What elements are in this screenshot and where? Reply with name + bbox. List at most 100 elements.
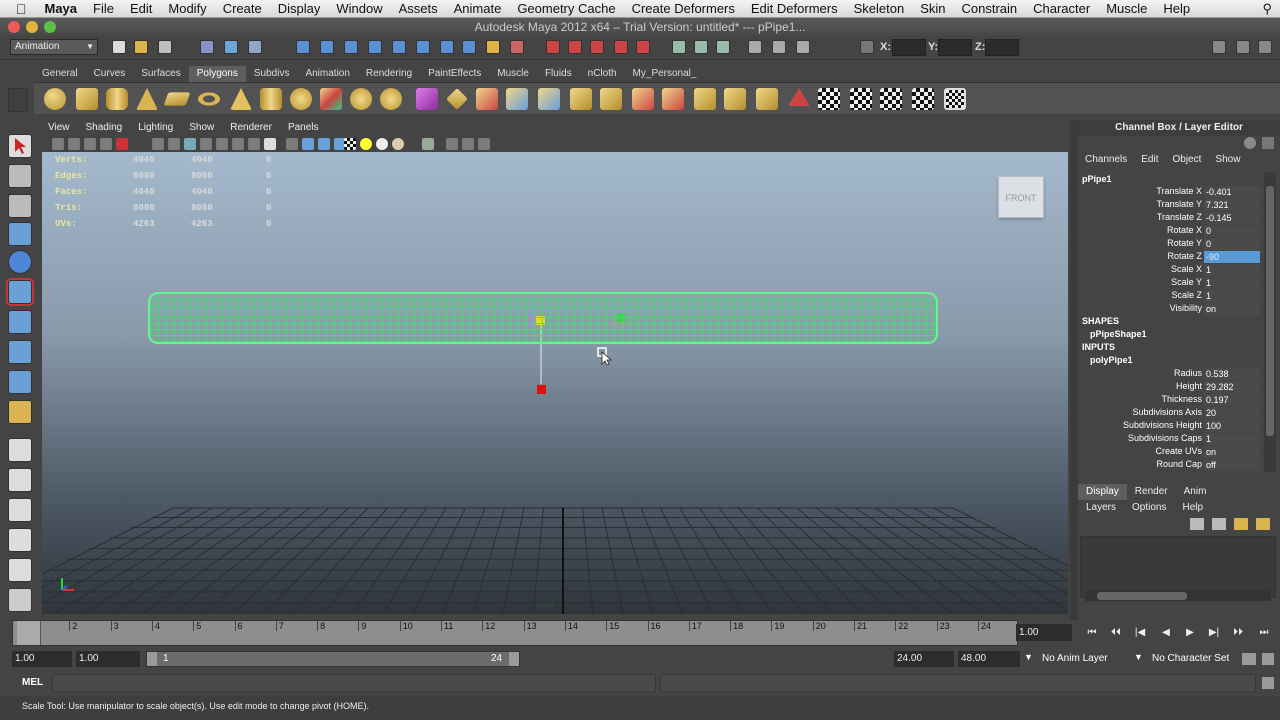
move-layer-up-icon[interactable] — [1190, 518, 1204, 530]
attr-radius[interactable]: Radius 0.538 — [1078, 368, 1260, 381]
panel-menu-show[interactable]: Show — [181, 120, 222, 136]
channel-edit-menu[interactable]: Edit — [1134, 152, 1165, 168]
command-input[interactable] — [52, 674, 656, 692]
shape-node-name[interactable]: pPipeShape1 — [1090, 329, 1147, 339]
input-node-name[interactable]: polyPipe1 — [1090, 355, 1133, 365]
outliner-layout-icon[interactable] — [8, 588, 32, 612]
bookmarks-icon[interactable] — [84, 138, 96, 150]
animation-start-field[interactable]: 1.00 — [12, 651, 72, 667]
shelf-tab-curves[interactable]: Curves — [86, 66, 134, 82]
app-menu[interactable]: Maya — [37, 1, 86, 16]
character-set-selector[interactable]: No Character Set — [1152, 653, 1229, 664]
soft-modification-icon[interactable] — [8, 340, 32, 364]
shelf-tab-painteffects[interactable]: PaintEffects — [420, 66, 489, 82]
y-field[interactable] — [938, 39, 972, 56]
range-end-handle[interactable] — [509, 652, 519, 666]
combine-icon[interactable] — [320, 88, 342, 110]
output-history-icon[interactable] — [694, 40, 708, 54]
attr-value[interactable]: 1 — [1204, 433, 1260, 445]
layer-options-menu[interactable]: Options — [1124, 500, 1174, 516]
menu-animate[interactable]: Animate — [446, 1, 510, 16]
planar-mapping-icon[interactable] — [788, 88, 810, 106]
attr-visibility[interactable]: Visibility on — [1078, 303, 1260, 316]
attr-value[interactable]: 0.197 — [1204, 394, 1260, 406]
poly-plane-icon[interactable] — [163, 92, 191, 106]
menu-modify[interactable]: Modify — [160, 1, 214, 16]
gate-mask-icon[interactable] — [200, 138, 212, 150]
menu-file[interactable]: File — [85, 1, 122, 16]
pick-mask-handles-icon[interactable] — [296, 40, 310, 54]
menu-set-selector[interactable]: Animation ▼ — [10, 39, 98, 55]
subdiv-proxy-icon[interactable] — [416, 88, 438, 110]
minimize-window-button[interactable] — [26, 21, 38, 33]
go-to-end-button[interactable]: ⏭ — [1256, 626, 1272, 640]
attr-value[interactable]: 1 — [1204, 264, 1260, 276]
open-scene-icon[interactable] — [134, 40, 148, 54]
show-attribute-editor-icon[interactable] — [1212, 40, 1226, 54]
object-name[interactable]: pPipe1 — [1082, 174, 1112, 184]
menu-edit-deformers[interactable]: Edit Deformers — [743, 1, 846, 16]
play-forwards-button[interactable]: ▶ — [1182, 626, 1198, 640]
step-back-key-button[interactable]: ⏴⏴ — [1108, 626, 1124, 640]
attr-create-uvs[interactable]: Create UVs on — [1078, 446, 1260, 459]
render-settings-icon[interactable] — [796, 40, 810, 54]
cylindrical-mapping-icon[interactable] — [850, 88, 872, 110]
layer-tab-display[interactable]: Display — [1078, 484, 1127, 500]
select-hierarchy-icon[interactable] — [200, 40, 214, 54]
attr-scale-x[interactable]: Scale X1 — [1078, 264, 1260, 277]
lasso-tool-icon[interactable] — [8, 164, 32, 188]
shadows-icon[interactable] — [376, 138, 388, 150]
separate-icon[interactable] — [350, 88, 372, 110]
resolution-gate-icon[interactable] — [184, 138, 196, 150]
attr-rotate-z[interactable]: Rotate Z -90 — [1078, 251, 1260, 264]
step-forward-key-button[interactable]: ⏵⏵ — [1230, 626, 1246, 640]
x-field[interactable] — [892, 39, 926, 56]
layer-list[interactable] — [1080, 536, 1276, 601]
extrude-icon[interactable] — [446, 88, 468, 110]
shelf-tab-animation[interactable]: Animation — [297, 66, 357, 82]
menu-constrain[interactable]: Constrain — [953, 1, 1025, 16]
use-all-lights-icon[interactable] — [360, 138, 372, 150]
spherical-mapping-icon[interactable] — [880, 88, 902, 110]
persp-graph-layout-icon[interactable] — [8, 528, 32, 552]
move-tool-icon[interactable] — [8, 222, 32, 246]
pick-mask-surfaces-icon[interactable] — [368, 40, 382, 54]
smooth-icon[interactable] — [380, 88, 402, 110]
current-time-marker[interactable] — [17, 621, 41, 645]
wireframe-icon[interactable] — [286, 138, 298, 150]
script-editor-icon[interactable] — [1262, 677, 1274, 689]
attr-round-cap[interactable]: Round Cap off — [1078, 459, 1260, 472]
show-tool-settings-icon[interactable] — [1236, 40, 1250, 54]
two-d-pan-zoom-icon[interactable] — [116, 138, 128, 150]
attr-rotate-y[interactable]: Rotate Y0 — [1078, 238, 1260, 251]
last-tool-used-icon[interactable] — [8, 400, 32, 424]
poly-torus-icon[interactable] — [198, 92, 220, 106]
highlight-selection-icon[interactable] — [510, 40, 524, 54]
new-scene-icon[interactable] — [112, 40, 126, 54]
attr-value[interactable]: on — [1204, 446, 1260, 458]
attr-subdivisions-height[interactable]: Subdivisions Height 100 — [1078, 420, 1260, 433]
attr-value[interactable]: 100 — [1204, 420, 1260, 432]
shelf-tab-subdivs[interactable]: Subdivs — [246, 66, 298, 82]
select-camera-icon[interactable] — [52, 138, 64, 150]
range-start-handle[interactable] — [147, 652, 157, 666]
attr-value[interactable]: 29.282 — [1204, 381, 1260, 393]
persp-viewport[interactable]: Verts: 4040 4040 0 Edges: 8080 8080 0 Fa… — [42, 152, 1068, 614]
ipr-render-icon[interactable] — [772, 40, 786, 54]
shelf-tab-general[interactable]: General — [34, 66, 86, 82]
range-slider[interactable]: 1 24 — [146, 651, 520, 667]
attr-value-selected[interactable]: -90 — [1204, 251, 1260, 263]
pick-mask-curves-icon[interactable] — [344, 40, 358, 54]
universal-manipulator-icon[interactable] — [8, 310, 32, 334]
attr-value[interactable]: -0.145 — [1204, 212, 1260, 224]
zoom-window-button[interactable] — [44, 21, 56, 33]
text-icon[interactable] — [264, 138, 276, 150]
select-object-icon[interactable] — [224, 40, 238, 54]
shelf-tab-muscle[interactable]: Muscle — [489, 66, 537, 82]
field-chart-icon[interactable] — [216, 138, 228, 150]
scale-tool-icon[interactable] — [6, 278, 34, 306]
poly-pipe-icon[interactable] — [260, 88, 282, 110]
poly-cube-icon[interactable] — [76, 88, 98, 110]
attr-height[interactable]: Height 29.282 — [1078, 381, 1260, 394]
persp-outliner-layout-icon[interactable] — [8, 498, 32, 522]
